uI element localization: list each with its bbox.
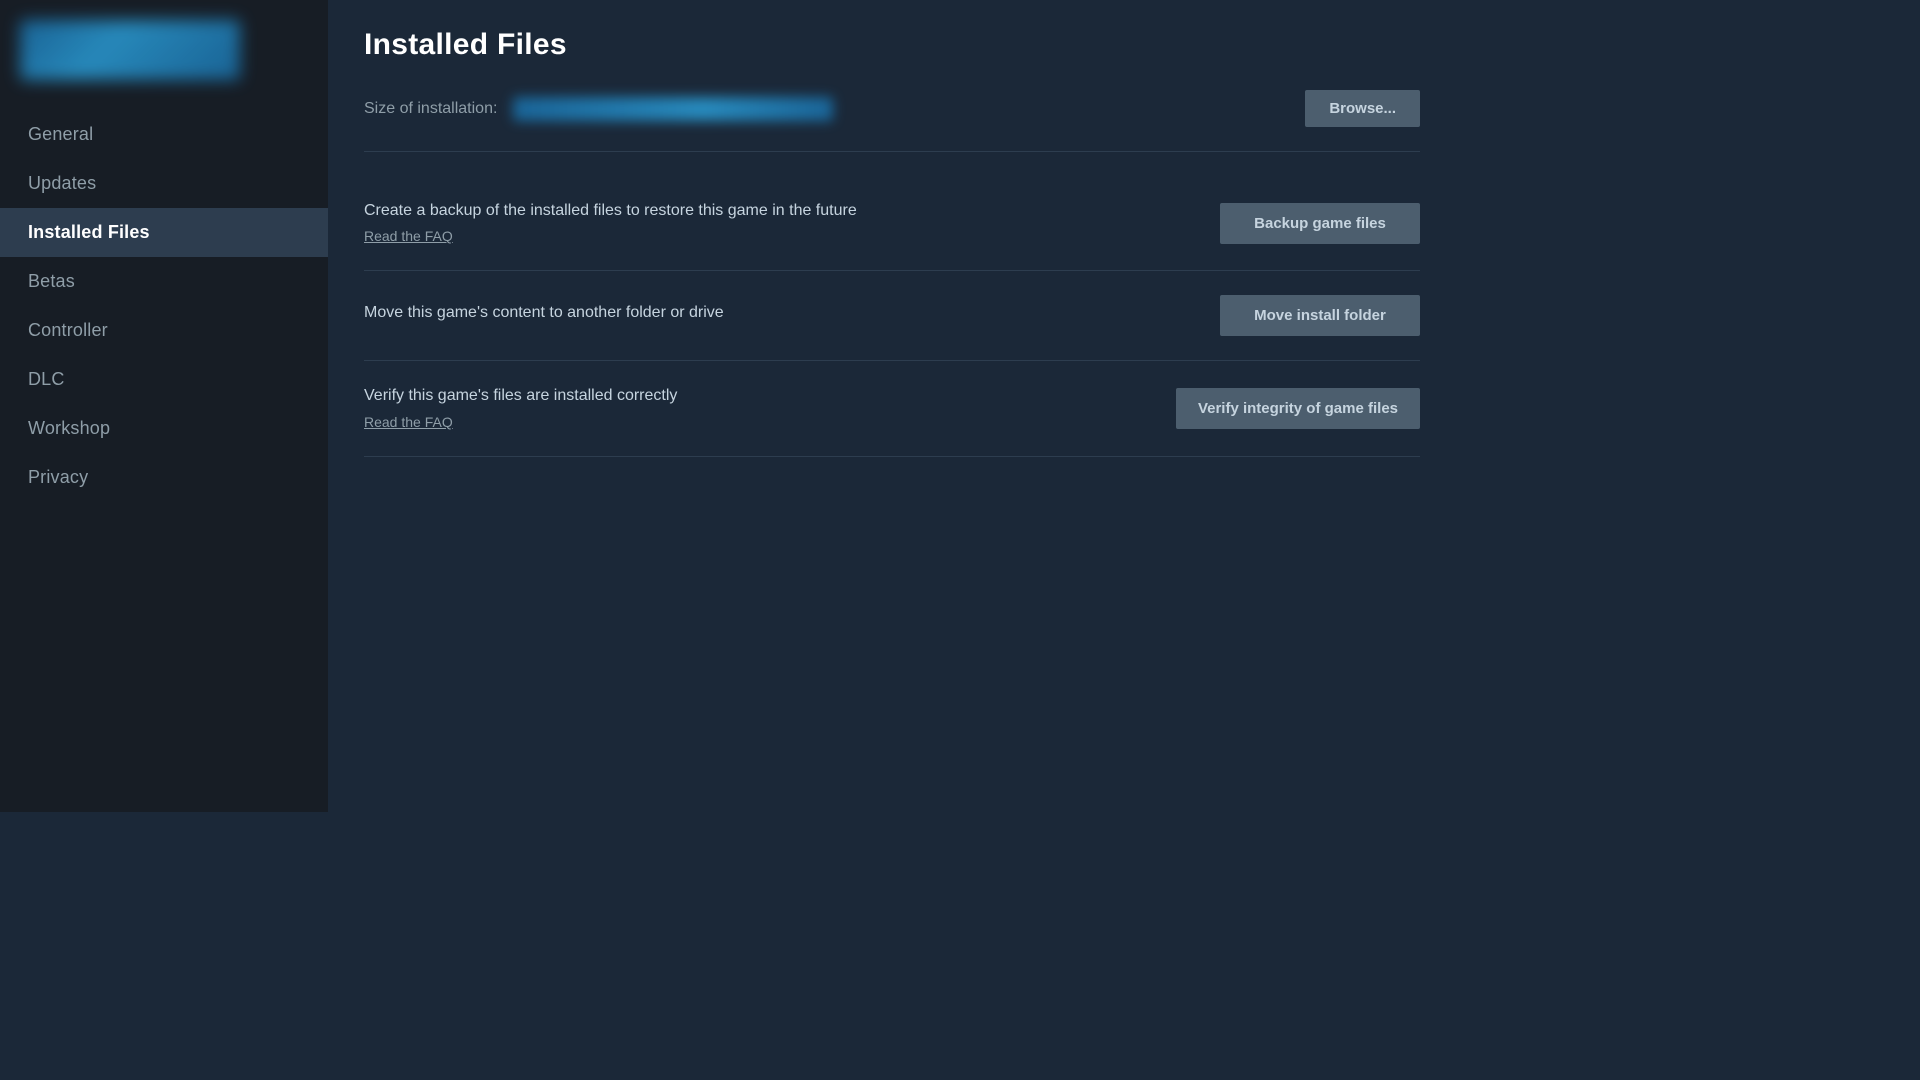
main-content: Installed Files Size of installation: Br… bbox=[328, 0, 1456, 812]
action-rows-container: Create a backup of the installed files t… bbox=[364, 176, 1420, 457]
action-row-move: Move this game's content to another fold… bbox=[364, 271, 1420, 361]
sidebar-logo-area bbox=[0, 0, 328, 100]
action-button-move[interactable]: Move install folder bbox=[1220, 295, 1420, 336]
action-faq-link-backup[interactable]: Read the FAQ bbox=[364, 228, 453, 244]
action-description-move: Move this game's content to another fold… bbox=[364, 302, 1196, 324]
size-value-blurred bbox=[513, 97, 833, 121]
sidebar-item-workshop[interactable]: Workshop bbox=[0, 404, 328, 453]
action-info-move: Move this game's content to another fold… bbox=[364, 302, 1196, 330]
action-button-verify[interactable]: Verify integrity of game files bbox=[1176, 388, 1420, 429]
sidebar-item-updates[interactable]: Updates bbox=[0, 159, 328, 208]
action-button-backup[interactable]: Backup game files bbox=[1220, 203, 1420, 244]
action-description-backup: Create a backup of the installed files t… bbox=[364, 200, 1196, 222]
size-row: Size of installation: Browse... bbox=[364, 90, 1420, 152]
sidebar-item-betas[interactable]: Betas bbox=[0, 257, 328, 306]
game-logo bbox=[20, 20, 240, 80]
action-row-verify: Verify this game's files are installed c… bbox=[364, 361, 1420, 456]
action-info-verify: Verify this game's files are installed c… bbox=[364, 385, 1152, 431]
sidebar-item-controller[interactable]: Controller bbox=[0, 306, 328, 355]
size-label: Size of installation: bbox=[364, 100, 497, 118]
action-faq-link-verify[interactable]: Read the FAQ bbox=[364, 414, 453, 430]
action-description-verify: Verify this game's files are installed c… bbox=[364, 385, 1152, 407]
sidebar-item-installed-files[interactable]: Installed Files bbox=[0, 208, 328, 257]
sidebar-nav: GeneralUpdatesInstalled FilesBetasContro… bbox=[0, 100, 328, 512]
sidebar-item-general[interactable]: General bbox=[0, 110, 328, 159]
sidebar: GeneralUpdatesInstalled FilesBetasContro… bbox=[0, 0, 328, 812]
browse-button[interactable]: Browse... bbox=[1305, 90, 1420, 127]
action-row-backup: Create a backup of the installed files t… bbox=[364, 176, 1420, 271]
sidebar-item-dlc[interactable]: DLC bbox=[0, 355, 328, 404]
sidebar-item-privacy[interactable]: Privacy bbox=[0, 453, 328, 502]
action-info-backup: Create a backup of the installed files t… bbox=[364, 200, 1196, 246]
page-title: Installed Files bbox=[364, 28, 1420, 62]
